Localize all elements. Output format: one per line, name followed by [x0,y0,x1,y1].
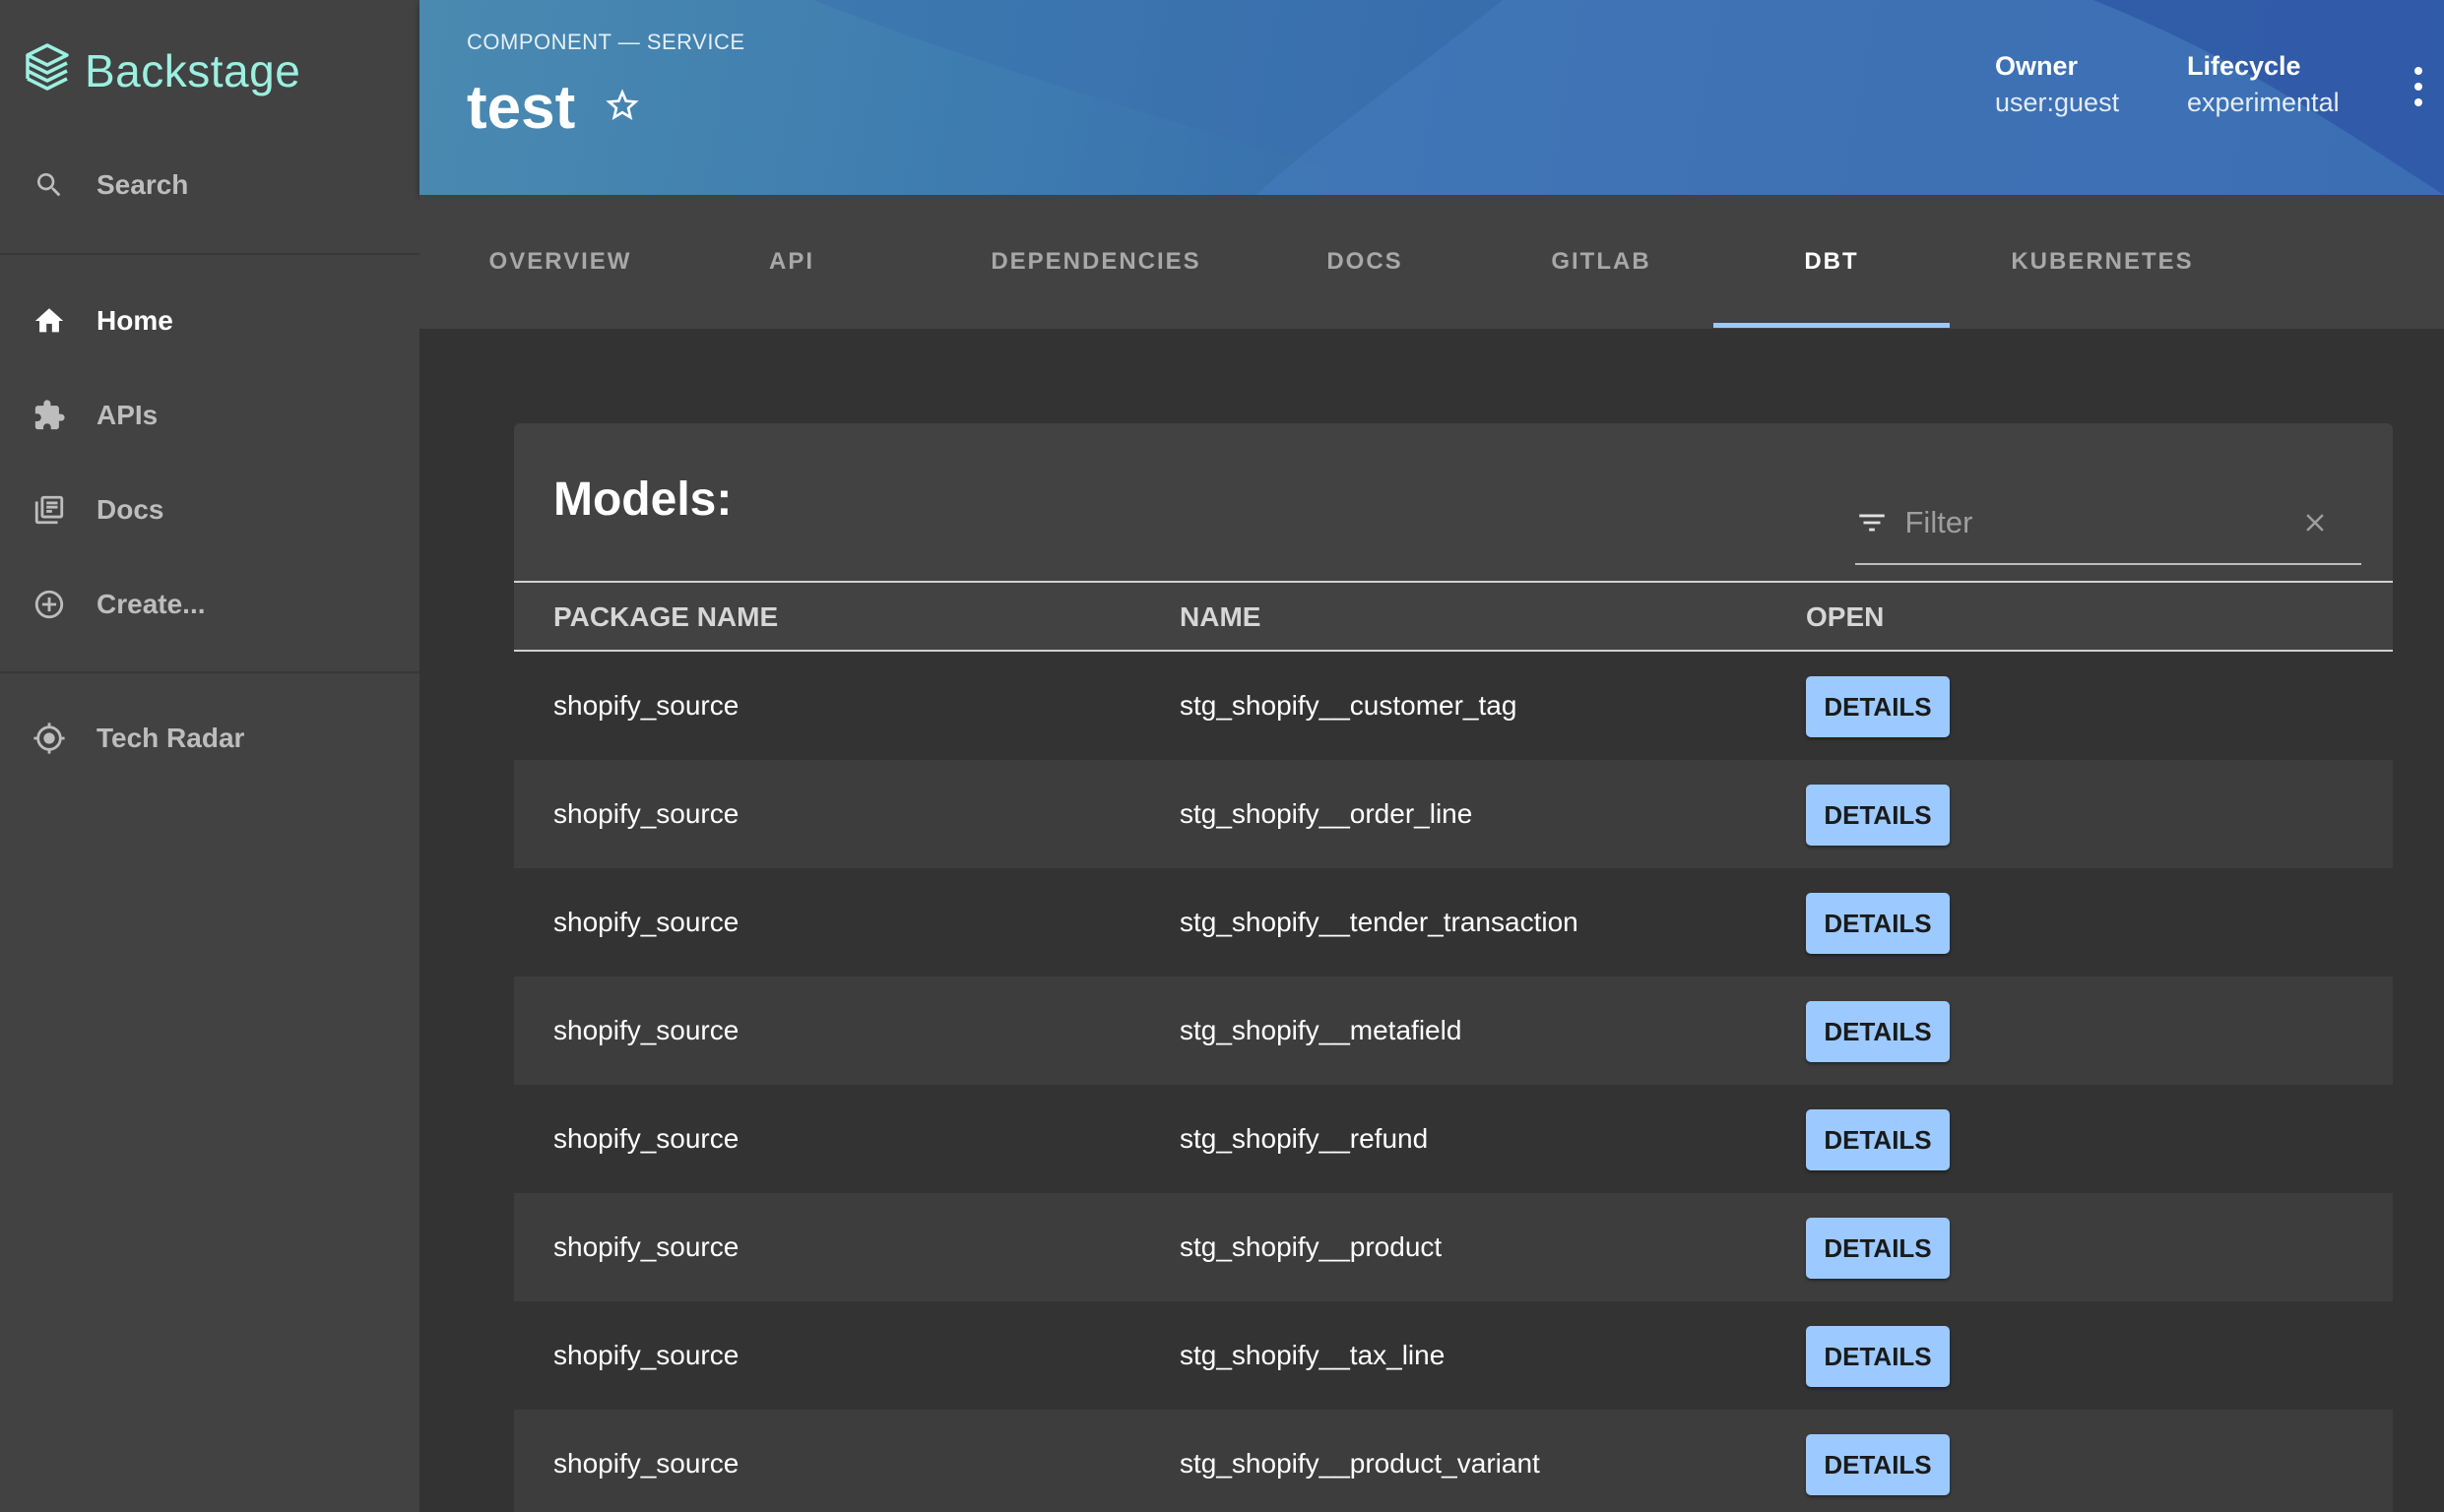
model-name-cell: stg_shopify__order_line [1180,798,1473,829]
package-name-cell: shopify_source [553,798,740,829]
column-header-package-name[interactable]: PACKAGE NAME [553,583,778,652]
entity-tabs: OVERVIEW API DEPENDENCIES DOCS GITLAB DB… [419,195,2444,329]
lifecycle-value: experimental [2187,88,2340,117]
model-name-cell: stg_shopify__product [1180,1231,1443,1262]
tab-gitlab[interactable]: GITLAB [1522,195,1680,329]
details-button[interactable]: DETAILS [1806,1001,1950,1062]
details-button[interactable]: DETAILS [1806,1109,1950,1170]
backstage-logo-icon [24,41,71,101]
sidebar-item-label: Docs [96,494,164,525]
table-row: shopify_source stg_shopify__product_vari… [514,1410,2393,1512]
sidebar-item-create[interactable]: Create... [0,565,419,644]
models-card: Models: PACKAGE NAME NAME OPEN shopify_s… [514,423,2393,1512]
sidebar-item-apis[interactable]: APIs [0,376,419,455]
tab-dependencies[interactable]: DEPENDENCIES [971,195,1221,329]
table-row: shopify_source stg_shopify__customer_tag… [514,652,2393,760]
star-icon[interactable] [603,86,642,130]
sidebar-item-label: Tech Radar [96,723,245,753]
package-name-cell: shopify_source [553,1448,740,1479]
sidebar-item-label: Create... [96,589,206,619]
sidebar-divider [0,253,419,255]
table-row: shopify_source stg_shopify__metafield DE… [514,976,2393,1085]
page-title: test [467,74,576,142]
table-row: shopify_source stg_shopify__order_line D… [514,760,2393,868]
package-name-cell: shopify_source [553,1231,740,1262]
model-name-cell: stg_shopify__customer_tag [1180,690,1517,721]
tab-api[interactable]: API [733,195,851,329]
details-button[interactable]: DETAILS [1806,1326,1950,1387]
package-name-cell: shopify_source [553,690,740,721]
owner-value[interactable]: user:guest [1995,88,2119,118]
filter-input[interactable] [1904,493,2298,552]
backstage-logo[interactable]: Backstage [24,37,300,104]
sidebar-item-home[interactable]: Home [0,282,419,360]
model-name-cell: stg_shopify__tender_transaction [1180,907,1578,937]
search-icon [32,167,67,203]
more-vert-icon[interactable] [2409,67,2428,106]
app-root: Backstage Search Home APIs Docs Create..… [0,0,2444,1512]
tab-dbt[interactable]: DBT [1713,195,1950,329]
sidebar-item-search[interactable]: Search [0,146,419,224]
add-circle-icon [32,587,67,622]
tab-kubernetes[interactable]: KUBERNETES [1979,195,2225,329]
table-row: shopify_source stg_shopify__tax_line DET… [514,1301,2393,1410]
owner-meta: Owner user:guest [1995,51,2119,118]
package-name-cell: shopify_source [553,1340,740,1370]
sidebar-item-label: APIs [96,400,159,430]
package-name-cell: shopify_source [553,907,740,937]
sidebar-divider [0,671,419,673]
radar-icon [32,721,67,756]
model-name-cell: stg_shopify__metafield [1180,1015,1462,1045]
entity-header: COMPONENT — SERVICE test Owner user:gues… [419,0,2444,195]
column-header-name[interactable]: NAME [1180,583,1260,652]
column-header-open[interactable]: OPEN [1806,583,1884,652]
active-tab-indicator [1713,323,1950,328]
sidebar-item-docs[interactable]: Docs [0,471,419,549]
filter-list-icon [1855,503,1890,542]
package-name-cell: shopify_source [553,1015,740,1045]
logo-text: Backstage [85,45,301,96]
table-header: PACKAGE NAME NAME OPEN [514,581,2393,652]
table-row: shopify_source stg_shopify__tender_trans… [514,868,2393,976]
filter-field[interactable] [1855,482,2361,565]
entity-kind: COMPONENT — SERVICE [467,30,745,54]
lifecycle-label: Lifecycle [2187,51,2301,81]
model-name-cell: stg_shopify__product_variant [1180,1448,1540,1479]
owner-label: Owner [1995,51,2079,81]
tab-docs[interactable]: DOCS [1296,195,1434,329]
details-button[interactable]: DETAILS [1806,676,1950,737]
lifecycle-meta: Lifecycle experimental [2187,51,2340,118]
details-button[interactable]: DETAILS [1806,893,1950,954]
model-name-cell: stg_shopify__refund [1180,1123,1429,1154]
clear-icon[interactable] [2298,503,2333,542]
details-button[interactable]: DETAILS [1806,785,1950,846]
tab-overview[interactable]: OVERVIEW [467,195,654,329]
sidebar-item-tech-radar[interactable]: Tech Radar [0,699,419,778]
sidebar-item-label: Home [96,305,173,336]
sidebar-item-label: Search [96,169,189,200]
details-button[interactable]: DETAILS [1806,1434,1950,1495]
package-name-cell: shopify_source [553,1123,740,1154]
table-row: shopify_source stg_shopify__product DETA… [514,1193,2393,1301]
sidebar: Backstage Search Home APIs Docs Create..… [0,0,419,1512]
details-button[interactable]: DETAILS [1806,1218,1950,1279]
table-row: shopify_source stg_shopify__refund DETAI… [514,1085,2393,1193]
model-name-cell: stg_shopify__tax_line [1180,1340,1446,1370]
models-title: Models: [553,473,733,526]
library-books-icon [32,492,67,528]
home-icon [32,303,67,339]
puzzle-icon [32,398,67,433]
